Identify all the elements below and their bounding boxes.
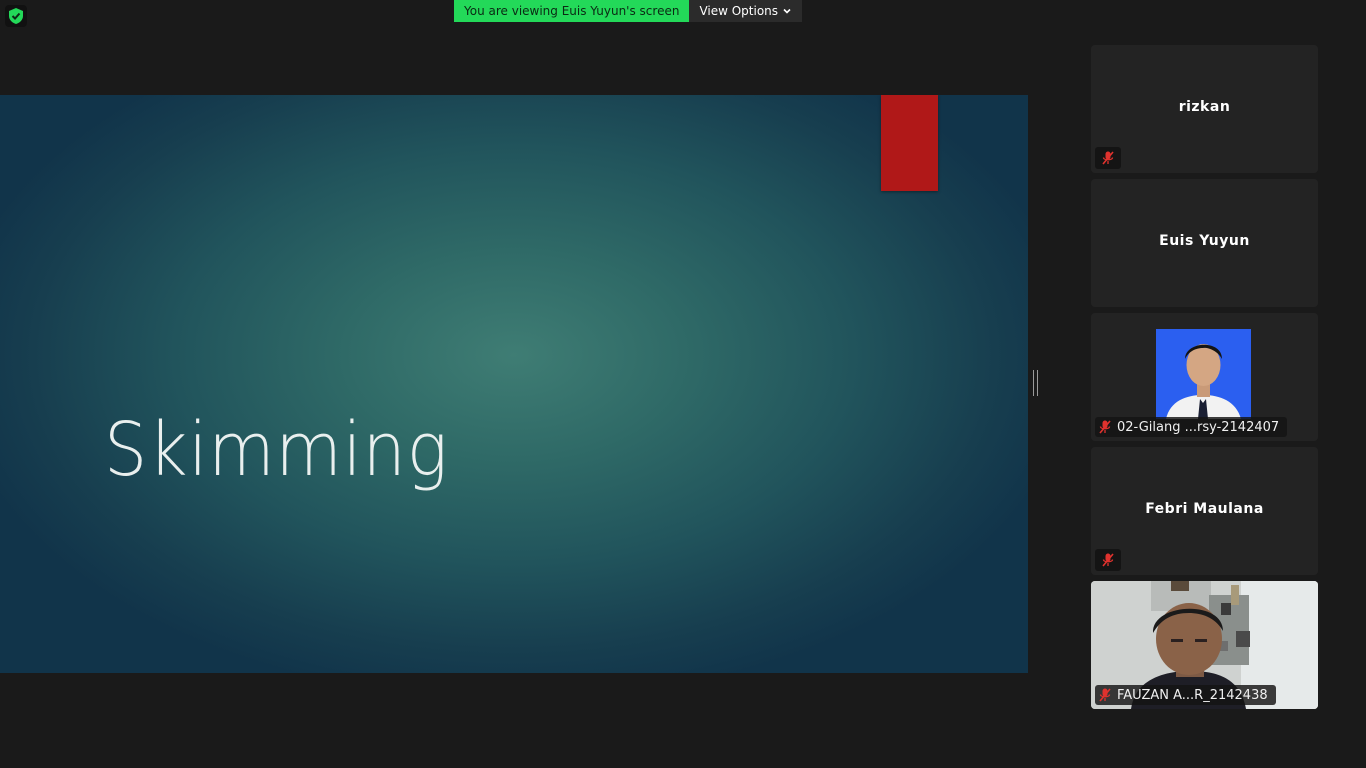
participant-name: Euis Yuyun bbox=[1159, 233, 1250, 249]
slide-accent-bar bbox=[881, 95, 938, 191]
participant-name-tag: FAUZAN A...R_2142438 bbox=[1095, 685, 1276, 705]
security-shield-icon[interactable] bbox=[5, 5, 27, 27]
profile-photo-avatar bbox=[1156, 329, 1251, 419]
panel-resize-handle[interactable] bbox=[1033, 370, 1038, 396]
muted-mic-icon bbox=[1099, 688, 1111, 702]
participant-name: Febri Maulana bbox=[1145, 501, 1264, 517]
muted-mic-icon bbox=[1099, 420, 1111, 434]
participant-tile-rizkan[interactable]: rizkan bbox=[1091, 45, 1318, 173]
viewing-screen-label: You are viewing Euis Yuyun's screen bbox=[454, 0, 690, 22]
participant-tile-febri-maulana[interactable]: Febri Maulana bbox=[1091, 447, 1318, 575]
participant-tile-gilang[interactable]: 02-Gilang ...rsy-2142407 bbox=[1091, 313, 1318, 441]
screen-share-banner: You are viewing Euis Yuyun's screen View… bbox=[454, 0, 803, 22]
participant-name: FAUZAN A...R_2142438 bbox=[1117, 687, 1268, 703]
participant-tile-fauzan[interactable]: FAUZAN A...R_2142438 bbox=[1091, 581, 1318, 709]
shared-screen-slide: Skimming bbox=[0, 95, 1028, 673]
muted-mic-icon bbox=[1095, 147, 1121, 169]
participant-name-tag: 02-Gilang ...rsy-2142407 bbox=[1095, 417, 1288, 437]
participant-name: 02-Gilang ...rsy-2142407 bbox=[1117, 419, 1280, 435]
slide-title: Skimming bbox=[104, 407, 449, 493]
participant-name: rizkan bbox=[1178, 99, 1231, 115]
view-options-label: View Options bbox=[699, 4, 779, 18]
participant-tile-euis-yuyun[interactable]: Euis Yuyun bbox=[1091, 179, 1318, 307]
view-options-button[interactable]: View Options bbox=[689, 0, 803, 22]
chevron-down-icon bbox=[783, 8, 791, 14]
muted-mic-icon bbox=[1095, 549, 1121, 571]
meeting-window: You are viewing Euis Yuyun's screen View… bbox=[0, 0, 1366, 768]
